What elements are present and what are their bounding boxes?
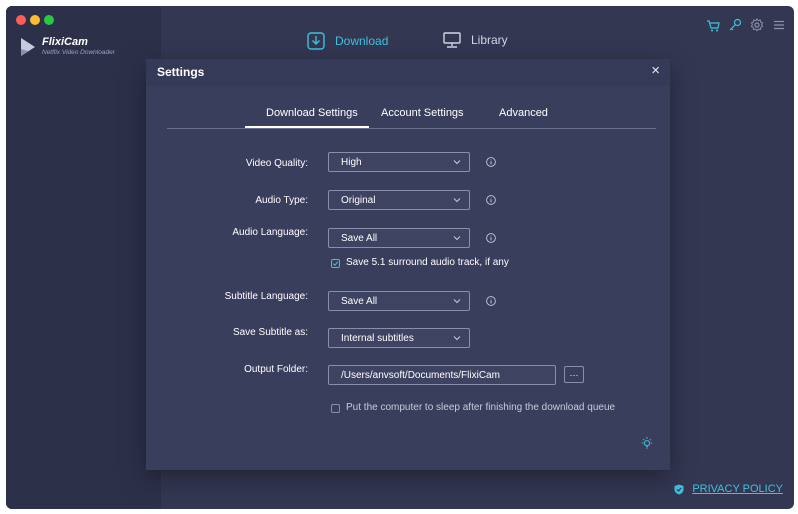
toolbar	[706, 18, 786, 32]
menu-icon[interactable]	[772, 18, 786, 32]
privacy-policy[interactable]: PRIVACY POLICY	[674, 483, 783, 495]
cart-icon[interactable]	[706, 18, 720, 32]
chevron-down-icon	[453, 160, 461, 165]
browse-folder-button[interactable]: ···	[564, 366, 584, 383]
nav-download[interactable]: Download	[307, 32, 388, 50]
info-icon[interactable]	[486, 233, 496, 243]
save-subtitle-label: Save Subtitle as:	[232, 327, 308, 338]
shield-icon	[674, 484, 684, 494]
chevron-down-icon	[453, 198, 461, 203]
app-brand: FlixiCam Netflix Video Downloader	[20, 36, 115, 57]
chevron-down-icon	[453, 336, 461, 341]
checkmark-icon	[332, 261, 339, 266]
subtitle-language-value: Save All	[341, 295, 378, 307]
nav-library[interactable]: Library	[443, 32, 508, 48]
info-icon[interactable]	[486, 296, 496, 306]
audio-type-label: Audio Type:	[255, 195, 308, 206]
surround-label[interactable]: Save 5.1 surround audio track, if any	[346, 257, 509, 268]
nav-library-label: Library	[471, 33, 508, 47]
output-folder-value: /Users/anvsoft/Documents/FlixiCam	[341, 369, 500, 381]
top-nav: Download Library	[161, 6, 794, 66]
close-icon[interactable]: ×	[651, 63, 660, 79]
monitor-icon	[443, 32, 461, 48]
sidebar: FlixiCam Netflix Video Downloader	[6, 6, 161, 509]
active-tab-indicator	[245, 126, 369, 128]
audio-language-select[interactable]: Save All	[328, 228, 470, 248]
save-subtitle-select[interactable]: Internal subtitles	[328, 328, 470, 348]
subtitle-language-label: Subtitle Language:	[224, 291, 308, 302]
output-folder-label: Output Folder:	[244, 364, 308, 375]
close-window-button[interactable]	[16, 15, 26, 25]
sleep-checkbox[interactable]	[331, 404, 340, 413]
audio-language-value: Save All	[341, 232, 378, 244]
tab-account-settings[interactable]: Account Settings	[381, 107, 464, 119]
app-name: FlixiCam	[42, 36, 88, 48]
tab-download-settings[interactable]: Download Settings	[266, 107, 358, 119]
key-icon[interactable]	[728, 18, 742, 32]
save-subtitle-value: Internal subtitles	[341, 332, 414, 344]
settings-title: Settings	[157, 65, 205, 79]
subtitle-language-select[interactable]: Save All	[328, 291, 470, 311]
settings-tabs: Download Settings Account Settings Advan…	[167, 106, 656, 129]
settings-dialog: Settings × Download Settings Account Set…	[146, 59, 670, 470]
output-folder-field[interactable]: /Users/anvsoft/Documents/FlixiCam	[328, 365, 556, 385]
flixicam-logo-icon	[21, 37, 35, 56]
download-icon	[307, 32, 325, 50]
privacy-policy-link[interactable]: PRIVACY POLICY	[692, 483, 783, 495]
info-icon[interactable]	[486, 157, 496, 167]
video-quality-value: High	[341, 156, 362, 168]
app-subtitle: Netflix Video Downloader	[42, 49, 115, 56]
gear-icon[interactable]	[750, 18, 764, 32]
audio-language-label: Audio Language:	[232, 227, 308, 238]
audio-type-value: Original	[341, 194, 376, 206]
lightbulb-icon[interactable]	[640, 436, 654, 450]
video-quality-label: Video Quality:	[245, 158, 308, 169]
sleep-label[interactable]: Put the computer to sleep after finishin…	[346, 402, 615, 413]
surround-checkbox[interactable]	[331, 259, 340, 268]
minimize-window-button[interactable]	[30, 15, 40, 25]
video-quality-select[interactable]: High	[328, 152, 470, 172]
info-icon[interactable]	[486, 195, 496, 205]
zoom-window-button[interactable]	[44, 15, 54, 25]
tab-advanced[interactable]: Advanced	[499, 107, 548, 119]
chevron-down-icon	[453, 236, 461, 241]
nav-download-label: Download	[335, 34, 389, 48]
chevron-down-icon	[453, 299, 461, 304]
settings-header: Settings ×	[146, 59, 670, 86]
audio-type-select[interactable]: Original	[328, 190, 470, 210]
